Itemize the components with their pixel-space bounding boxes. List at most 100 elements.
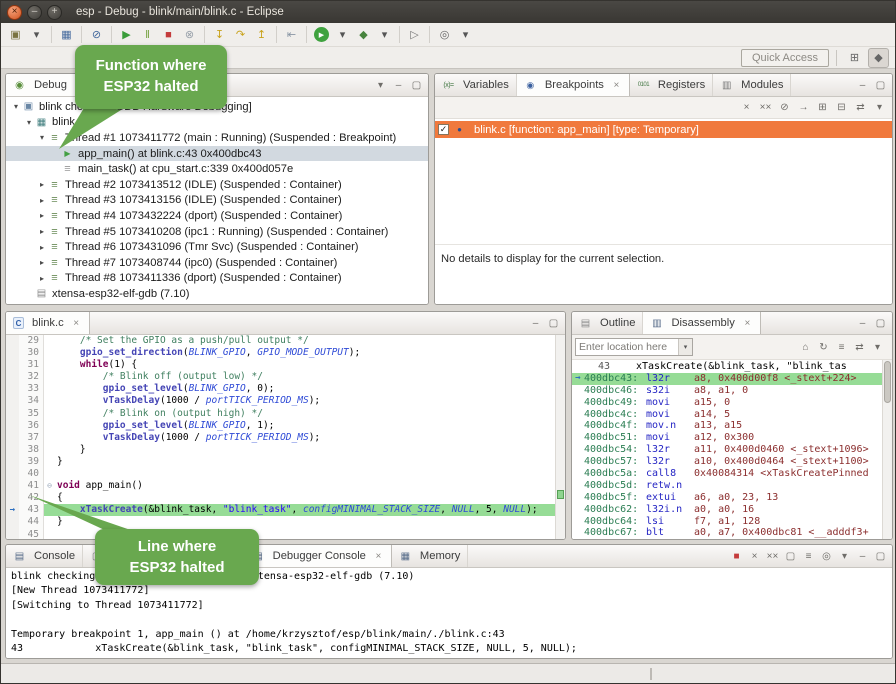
scrollbar-thumb[interactable] [884, 361, 891, 403]
maximize-icon[interactable]: ▢ [408, 77, 425, 94]
pin-console-icon[interactable]: ◎ [818, 548, 835, 565]
tab-registers[interactable]: Registers [630, 74, 713, 96]
remove-launch-icon[interactable]: × [746, 548, 763, 565]
disassembly-row[interactable]: →400dbc43:l32ra8, 0x400d00f8 <_stext+224… [572, 373, 882, 385]
code-line[interactable]: 30 gpio_set_direction(BLINK_GPIO, GPIO_M… [6, 347, 555, 359]
tab-variables[interactable]: Variables [435, 74, 517, 96]
expand-arrow-icon[interactable]: ▸ [36, 180, 48, 189]
expand-arrow-icon[interactable]: ▸ [36, 227, 48, 236]
code-line[interactable]: 35 /* Blink on (output high) */ [6, 408, 555, 420]
expand-arrow-icon[interactable]: ▸ [36, 211, 48, 220]
code-line[interactable]: 32 /* Blink off (output low) */ [6, 371, 555, 383]
save-icon[interactable]: ▦ [56, 25, 77, 45]
line-number[interactable]: 39 [19, 456, 44, 468]
show-source-icon[interactable]: ≡ [833, 339, 850, 356]
line-number[interactable]: 38 [19, 444, 44, 456]
debug-dropdown-icon[interactable]: ▾ [374, 25, 395, 45]
debug-perspective-icon[interactable]: ◆ [868, 48, 889, 68]
collapse-all-icon[interactable]: ⊟ [833, 99, 850, 116]
disassembly-row[interactable]: 400dbc49:movia15, 0 [572, 397, 882, 409]
code-line[interactable]: 34 vTaskDelay(1000 / portTICK_PERIOD_MS)… [6, 395, 555, 407]
disassembly-row[interactable]: 400dbc5d:retw.n [572, 480, 882, 492]
run-icon[interactable]: ▶ [314, 27, 329, 42]
debug-tree-item[interactable]: ▸Thread #5 1073410208 (ipc1 : Running) (… [6, 224, 428, 240]
expand-arrow-icon[interactable]: ▸ [36, 196, 48, 205]
disassembly-scrollbar[interactable] [882, 360, 892, 539]
maximize-icon[interactable]: ▢ [872, 548, 889, 565]
view-menu-icon[interactable]: ▾ [871, 99, 888, 116]
expand-arrow-icon[interactable]: ▸ [36, 258, 48, 267]
disassembly-row[interactable]: 400dbc57:l32ra10, 0x400d0464 <_stext+110… [572, 456, 882, 468]
location-dropdown-icon[interactable] [678, 339, 692, 355]
tab-outline[interactable]: Outline [572, 312, 643, 334]
go-to-file-for-breakpoint-icon[interactable]: → [795, 99, 812, 116]
maximize-icon[interactable]: ▢ [545, 315, 562, 332]
step-return-icon[interactable]: ↥ [251, 25, 272, 45]
debug-tree-item[interactable]: ▸Thread #4 1073432224 (dport) (Suspended… [6, 208, 428, 224]
external-tools-icon[interactable]: ▷ [404, 25, 425, 45]
tab-blink-c[interactable]: blink.c× [6, 312, 90, 334]
window-minimize-button[interactable]: – [27, 5, 42, 20]
step-into-icon[interactable]: ↧ [209, 25, 230, 45]
tab-modules[interactable]: Modules [713, 74, 791, 96]
code-line[interactable]: 38 } [6, 444, 555, 456]
disassembly-row[interactable]: 400dbc5f:extuia6, a0, 23, 13 [572, 492, 882, 504]
collapse-arrow-icon[interactable]: ▾ [10, 102, 22, 111]
disassembly-row[interactable]: 400dbc62:l32i.na0, a0, 16 [572, 504, 882, 516]
show-breakpoints-for-selection-icon[interactable]: ⊘ [776, 99, 793, 116]
code-line[interactable]: 29 /* Set the GPIO as a push/pull output… [6, 335, 555, 347]
overview-ruler[interactable] [555, 335, 565, 539]
disassembly-row[interactable]: 400dbc5a:call80x40084314 <xTaskCreatePin… [572, 468, 882, 480]
toolbar-more-icon[interactable]: ▾ [455, 25, 476, 45]
remove-all-terminated-icon[interactable]: ×× [764, 548, 781, 565]
line-number[interactable]: 31 [19, 359, 44, 371]
disassembly-row[interactable]: 400dbc46:s32ia8, a1, 0 [572, 385, 882, 397]
debug-icon[interactable]: ◆ [353, 25, 374, 45]
view-menu-icon[interactable]: ▾ [869, 339, 886, 356]
disassembly-row[interactable]: 400dbc4c:movia14, 5 [572, 409, 882, 421]
maximize-icon[interactable]: ▢ [872, 77, 889, 94]
tab-memory[interactable]: Memory [392, 545, 468, 567]
code-line[interactable]: 36 gpio_set_level(BLINK_GPIO, 1); [6, 420, 555, 432]
collapse-arrow-icon[interactable]: ▾ [23, 118, 35, 127]
clear-console-icon[interactable]: ▢ [782, 548, 799, 565]
home-icon[interactable]: ⌂ [797, 339, 814, 356]
debug-tree-item[interactable]: ▸Thread #6 1073431096 (Tmr Svc) (Suspend… [6, 239, 428, 255]
line-number[interactable]: 29 [19, 335, 44, 347]
code-line[interactable]: 39} [6, 456, 555, 468]
line-number[interactable]: 40 [19, 468, 44, 480]
skip-all-breakpoints-icon[interactable]: ⊘ [86, 25, 107, 45]
breakpoint-row[interactable]: ✓blink.c [function: app_main] [type: Tem… [435, 121, 892, 138]
line-number[interactable]: 37 [19, 432, 44, 444]
terminate-icon[interactable]: ■ [158, 25, 179, 45]
search-icon[interactable]: ◎ [434, 25, 455, 45]
location-combo[interactable]: Enter location here [575, 338, 693, 356]
drop-to-frame-icon[interactable]: ⇤ [281, 25, 302, 45]
disassembly-content[interactable]: 43xTaskCreate(&blink_task, "blink_tas→40… [572, 360, 882, 539]
new-wizard-dropdown-icon[interactable]: ▾ [26, 25, 47, 45]
line-number[interactable]: 32 [19, 371, 44, 383]
tab-disassembly[interactable]: Disassembly× [643, 312, 760, 334]
debug-tree-item[interactable]: ▸Thread #2 1073413512 (IDLE) (Suspended … [6, 177, 428, 193]
expand-arrow-icon[interactable]: ▸ [36, 274, 48, 283]
debug-tree-item[interactable]: ▸Thread #3 1073413156 (IDLE) (Suspended … [6, 193, 428, 209]
line-number[interactable]: 30 [19, 347, 44, 359]
debug-tree-item[interactable]: ▸Thread #8 1073411336 (dport) (Suspended… [6, 271, 428, 287]
open-perspective-icon[interactable]: ⊞ [844, 48, 865, 68]
disassembly-row[interactable]: 400dbc67:blta0, a7, 0x400dbc81 <__adddf3… [572, 527, 882, 539]
display-selected-console-icon[interactable]: ▾ [836, 548, 853, 565]
close-icon[interactable]: × [373, 551, 384, 562]
link-with-active-debug-context-icon[interactable]: ⇄ [851, 339, 868, 356]
minimize-icon[interactable]: – [854, 77, 871, 94]
maximize-icon[interactable]: ▢ [872, 315, 889, 332]
window-close-button[interactable]: × [7, 5, 22, 20]
line-number[interactable]: 35 [19, 408, 44, 420]
code-line[interactable]: 31 while(1) { [6, 359, 555, 371]
remove-selected-breakpoint-icon[interactable]: × [738, 99, 755, 116]
line-number[interactable]: 34 [19, 395, 44, 407]
run-dropdown-icon[interactable]: ▾ [332, 25, 353, 45]
code-line[interactable]: 40 [6, 468, 555, 480]
close-icon[interactable]: × [71, 318, 82, 329]
view-menu-icon[interactable]: ▾ [372, 77, 389, 94]
debug-tree-item[interactable]: main_task() at cpu_start.c:339 0x400d057… [6, 161, 428, 177]
